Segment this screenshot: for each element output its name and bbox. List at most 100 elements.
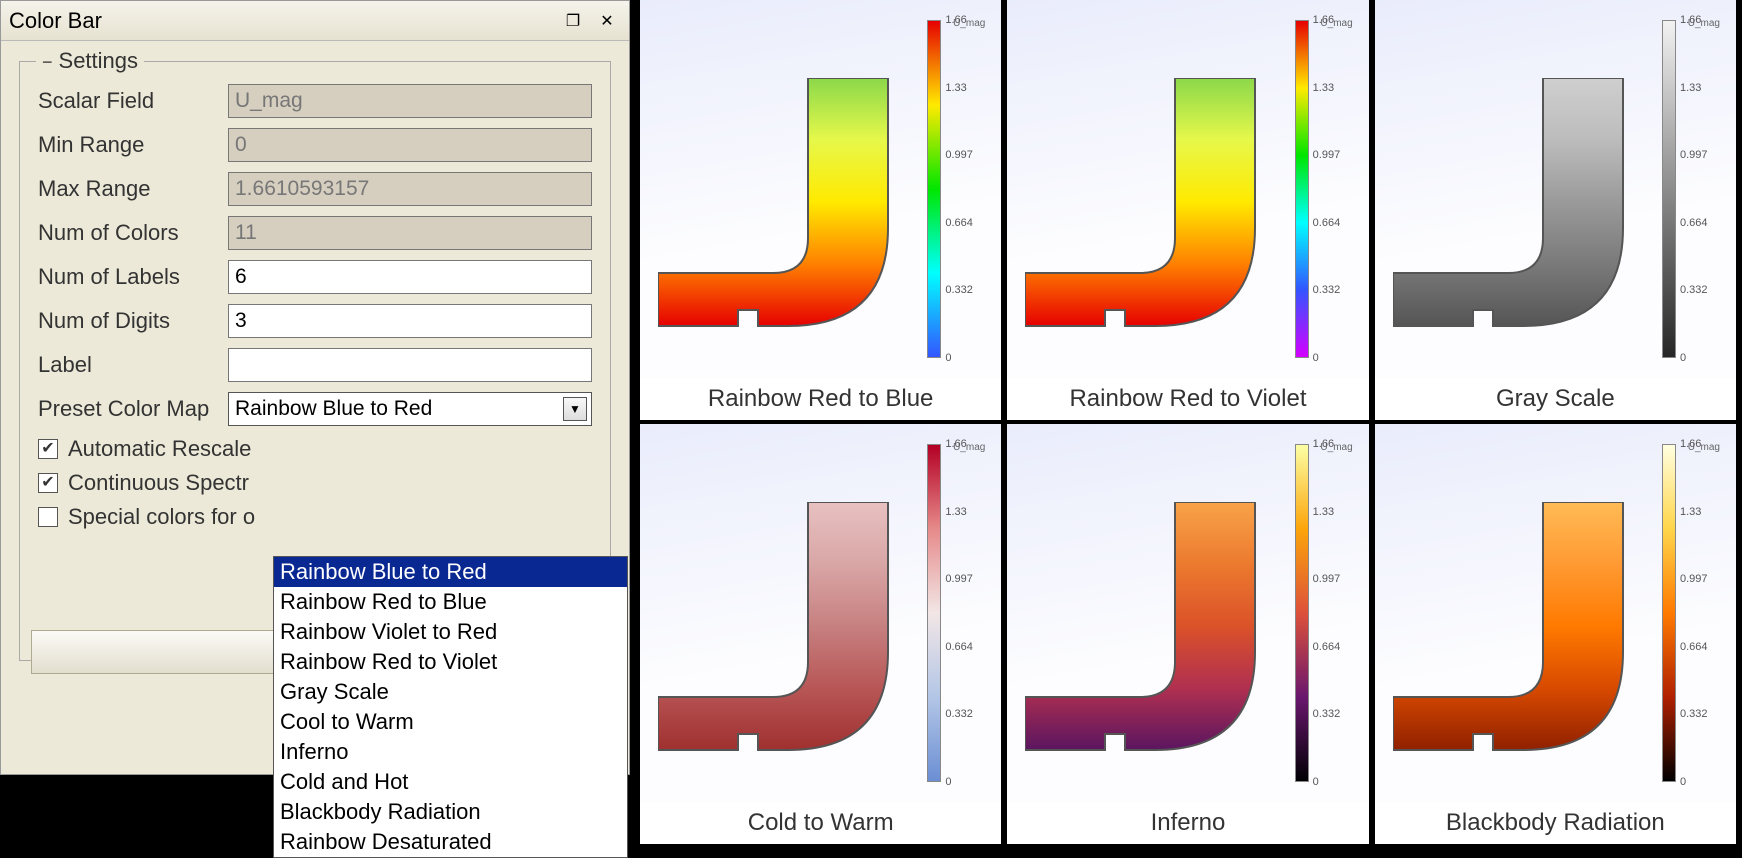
elbow-render xyxy=(1393,78,1653,358)
preview-card: U_mag1.661.330.9970.6640.3320Inferno xyxy=(1007,424,1368,844)
legend-tick: 0.664 xyxy=(1680,217,1708,229)
preview-caption: Gray Scale xyxy=(1375,378,1736,420)
legend-tick: 0.997 xyxy=(1680,149,1708,161)
auto-rescale-row[interactable]: ✔ Automatic Rescale xyxy=(38,436,592,462)
num-colors-label: Num of Colors xyxy=(38,220,228,246)
elbow-render xyxy=(1025,502,1285,782)
legend-tick: 0.332 xyxy=(945,284,973,296)
special-colors-checkbox[interactable] xyxy=(38,507,58,527)
legend-ticks: U_mag1.661.330.9970.6640.3320 xyxy=(941,444,987,782)
label-input[interactable] xyxy=(228,348,592,382)
preset-option[interactable]: Inferno xyxy=(274,737,627,767)
undock-button[interactable]: ❐ xyxy=(559,9,587,33)
label-field-label: Label xyxy=(38,352,228,378)
preview-caption: Inferno xyxy=(1007,802,1368,844)
num-labels-input[interactable] xyxy=(228,260,592,294)
color-legend: U_mag1.661.330.9970.6640.3320 xyxy=(1295,20,1355,358)
preview-card: U_mag1.661.330.9970.6640.3320Gray Scale xyxy=(1375,0,1736,420)
legend-tick: 1.66 xyxy=(945,14,966,26)
close-button[interactable]: ✕ xyxy=(593,9,621,33)
color-legend: U_mag1.661.330.9970.6640.3320 xyxy=(927,20,987,358)
legend-tick: 1.33 xyxy=(945,82,966,94)
preset-select[interactable]: Rainbow Blue to Red ▼ xyxy=(228,392,592,426)
legend-tick: 1.66 xyxy=(945,438,966,450)
num-digits-row: Num of Digits xyxy=(38,304,592,338)
scalar-field-input xyxy=(228,84,592,118)
elbow-render xyxy=(658,502,918,782)
legend-tick: 1.66 xyxy=(1680,14,1701,26)
preset-option[interactable]: Rainbow Desaturated xyxy=(274,827,627,857)
preset-option[interactable]: Rainbow Blue to Red xyxy=(274,557,627,587)
max-range-row: Max Range xyxy=(38,172,592,206)
legend-tick: 0.332 xyxy=(1680,708,1708,720)
preview-card: U_mag1.661.330.9970.6640.3320Cold to War… xyxy=(640,424,1001,844)
preset-row: Preset Color Map Rainbow Blue to Red ▼ xyxy=(38,392,592,426)
color-gradient xyxy=(1295,444,1309,782)
preset-dropdown[interactable]: Rainbow Blue to RedRainbow Red to BlueRa… xyxy=(273,556,628,858)
auto-rescale-label: Automatic Rescale xyxy=(68,436,251,462)
legend-tick: 1.33 xyxy=(1680,82,1701,94)
legend-tick: 0 xyxy=(945,352,951,364)
legend-tick: 0 xyxy=(1680,776,1686,788)
color-gradient xyxy=(1662,444,1676,782)
color-legend: U_mag1.661.330.9970.6640.3320 xyxy=(1295,444,1355,782)
legend-ticks: U_mag1.661.330.9970.6640.3320 xyxy=(941,20,987,358)
min-range-row: Min Range xyxy=(38,128,592,162)
legend-ticks: U_mag1.661.330.9970.6640.3320 xyxy=(1309,444,1355,782)
preview-caption: Blackbody Radiation xyxy=(1375,802,1736,844)
legend-tick: 0.997 xyxy=(945,149,973,161)
settings-legend: Settings xyxy=(36,48,144,74)
preset-option[interactable]: Rainbow Red to Blue xyxy=(274,587,627,617)
preview-image: U_mag1.661.330.9970.6640.3320 xyxy=(1375,0,1736,378)
legend-tick: 1.33 xyxy=(1680,506,1701,518)
preview-image: U_mag1.661.330.9970.6640.3320 xyxy=(640,424,1001,802)
min-range-input xyxy=(228,128,592,162)
preset-option[interactable]: Cool to Warm xyxy=(274,707,627,737)
special-colors-label: Special colors for o xyxy=(68,504,255,530)
num-digits-input[interactable] xyxy=(228,304,592,338)
legend-tick: 0.332 xyxy=(1313,284,1341,296)
legend-tick: 0.664 xyxy=(1313,217,1341,229)
legend-tick: 0.664 xyxy=(1313,641,1341,653)
legend-tick: 0.997 xyxy=(945,573,973,585)
continuous-checkbox[interactable]: ✔ xyxy=(38,473,58,493)
continuous-row[interactable]: ✔ Continuous Spectr xyxy=(38,470,592,496)
label-row: Label xyxy=(38,348,592,382)
preview-card: U_mag1.661.330.9970.6640.3320Rainbow Red… xyxy=(1007,0,1368,420)
color-legend: U_mag1.661.330.9970.6640.3320 xyxy=(1662,20,1722,358)
color-legend: U_mag1.661.330.9970.6640.3320 xyxy=(927,444,987,782)
panel-titlebar: Color Bar ❐ ✕ xyxy=(1,1,629,41)
special-colors-row[interactable]: Special colors for o xyxy=(38,504,592,530)
legend-tick: 0 xyxy=(1680,352,1686,364)
preset-option[interactable]: Cold and Hot xyxy=(274,767,627,797)
legend-tick: 0.664 xyxy=(945,641,973,653)
legend-tick: 0.997 xyxy=(1313,573,1341,585)
num-labels-label: Num of Labels xyxy=(38,264,228,290)
preset-option[interactable]: Blackbody Radiation xyxy=(274,797,627,827)
legend-tick: 0.664 xyxy=(945,217,973,229)
auto-rescale-checkbox[interactable]: ✔ xyxy=(38,439,58,459)
preview-image: U_mag1.661.330.9970.6640.3320 xyxy=(1375,424,1736,802)
legend-tick: 0.332 xyxy=(1313,708,1341,720)
preview-grid: U_mag1.661.330.9970.6640.3320Rainbow Red… xyxy=(640,0,1740,844)
preview-caption: Rainbow Red to Violet xyxy=(1007,378,1368,420)
legend-tick: 0.332 xyxy=(1680,284,1708,296)
preset-option[interactable]: Rainbow Red to Violet xyxy=(274,647,627,677)
legend-tick: 0.997 xyxy=(1680,573,1708,585)
num-colors-input xyxy=(228,216,592,250)
preview-card: U_mag1.661.330.9970.6640.3320Rainbow Red… xyxy=(640,0,1001,420)
legend-tick: 0 xyxy=(945,776,951,788)
preset-option[interactable]: Rainbow Violet to Red xyxy=(274,617,627,647)
preset-option[interactable]: Gray Scale xyxy=(274,677,627,707)
elbow-render xyxy=(1025,78,1285,358)
color-legend: U_mag1.661.330.9970.6640.3320 xyxy=(1662,444,1722,782)
preview-caption: Rainbow Red to Blue xyxy=(640,378,1001,420)
legend-tick: 0.332 xyxy=(945,708,973,720)
color-gradient xyxy=(1662,20,1676,358)
scalar-field-row: Scalar Field xyxy=(38,84,592,118)
legend-tick: 1.66 xyxy=(1680,438,1701,450)
num-digits-label: Num of Digits xyxy=(38,308,228,334)
color-gradient xyxy=(1295,20,1309,358)
scalar-field-label: Scalar Field xyxy=(38,88,228,114)
preview-card: U_mag1.661.330.9970.6640.3320Blackbody R… xyxy=(1375,424,1736,844)
